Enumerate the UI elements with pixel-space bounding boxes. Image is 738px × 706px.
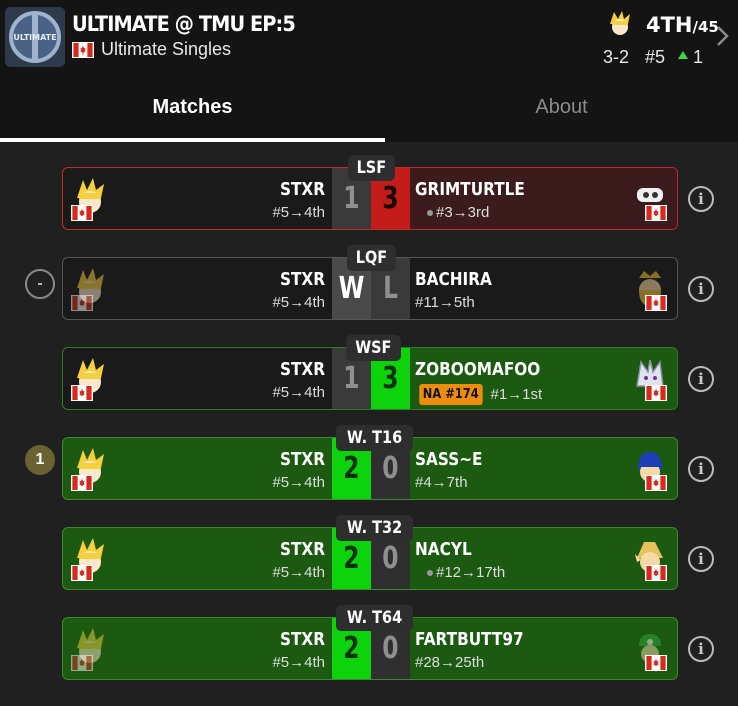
canada-flag-icon — [71, 565, 93, 581]
match-row: STXR #5→4th 1 3 ZOBOOMAFOO NA #174 #1→1st… — [0, 322, 738, 412]
player-seed-right: #11→5th — [415, 294, 475, 311]
canada-flag-icon — [72, 41, 94, 58]
match-row: STXR #5→4th 2 0 FARTBUTT97 #28→25th W. T… — [0, 592, 738, 682]
round-label: W. T32 — [336, 515, 413, 541]
canada-flag-icon — [71, 295, 93, 311]
player-seed-right: #12→17th — [427, 564, 505, 581]
round-label: W. T64 — [336, 605, 413, 631]
placement: 4TH/45 — [646, 13, 719, 37]
player-name-left[interactable]: STXR — [280, 359, 325, 380]
tab-about[interactable]: About — [385, 73, 738, 142]
dot-icon — [427, 569, 433, 576]
round-label: LSF — [348, 155, 395, 181]
up-arrow-icon — [678, 51, 688, 59]
player-name-left[interactable]: STXR — [280, 449, 325, 470]
dq-marker: - — [25, 269, 55, 299]
info-icon[interactable]: i — [688, 456, 714, 482]
canada-flag-icon — [645, 565, 667, 581]
match-row: STXR #5→4th 2 0 NACYL #12→17th W. T32 i — [0, 502, 738, 592]
player-seed-left: #5→4th — [272, 204, 325, 221]
canada-flag-icon — [645, 655, 667, 671]
event-subtitle: Ultimate Singles — [72, 39, 231, 60]
player-name-right[interactable]: SASS~E — [415, 449, 482, 470]
player-name-right[interactable]: GRIMTURTLE — [415, 179, 525, 200]
player-seed-left: #5→4th — [272, 294, 325, 311]
player-seed-right: #3→3rd — [427, 204, 489, 221]
player-name-left[interactable]: STXR — [280, 539, 325, 560]
chevron-right-icon[interactable] — [715, 24, 731, 48]
cloud-character-icon — [606, 10, 634, 36]
seed-delta: 1 — [693, 47, 704, 67]
round-label: LQF — [347, 245, 396, 271]
player-name-right[interactable]: NACYL — [415, 539, 472, 560]
canada-flag-icon — [645, 385, 667, 401]
canada-flag-icon — [71, 385, 93, 401]
match-row: STXR #5→4th 1 3 GRIMTURTLE #3→3rd LSF i — [0, 142, 738, 232]
tab-bar: Matches About — [0, 73, 738, 142]
player-name-right[interactable]: BACHIRA — [415, 269, 492, 290]
region-rank-badge: NA #174 — [419, 384, 483, 405]
player-name-left[interactable]: STXR — [280, 629, 325, 650]
info-icon[interactable]: i — [688, 366, 714, 392]
record: 3-2 — [603, 47, 630, 67]
event-logo[interactable]: ULTIMATE — [5, 7, 65, 67]
player-name-left[interactable]: STXR — [280, 179, 325, 200]
canada-flag-icon — [645, 205, 667, 221]
canada-flag-icon — [71, 655, 93, 671]
player-seed-right: #28→25th — [415, 654, 485, 671]
info-icon[interactable]: i — [688, 186, 714, 212]
placement-value: 4TH — [646, 13, 693, 37]
canada-flag-icon — [71, 205, 93, 221]
canada-flag-icon — [645, 475, 667, 491]
seed: #5 — [645, 47, 666, 67]
svg-text:ULTIMATE: ULTIMATE — [13, 33, 56, 42]
dot-icon — [427, 209, 433, 216]
event-title[interactable]: ULTIMATE @ TMU EP:5 — [72, 12, 296, 36]
header: ULTIMATE ULTIMATE @ TMU EP:5 Ultimate Si… — [0, 0, 738, 73]
player-seed-left: #5→4th — [272, 564, 325, 581]
player-seed-right: #4→7th — [415, 474, 468, 491]
canada-flag-icon — [71, 475, 93, 491]
canada-flag-icon — [645, 295, 667, 311]
player-name-left[interactable]: STXR — [280, 269, 325, 290]
player-seed-right: NA #174 #1→1st — [415, 384, 542, 405]
round-label: W. T16 — [336, 425, 413, 451]
round-number-marker: 1 — [25, 445, 55, 475]
match-row: 1 STXR #5→4th 2 0 SASS~E #4→7th W. T16 i — [0, 412, 738, 502]
player-seed-left: #5→4th — [272, 384, 325, 401]
player-seed-left: #5→4th — [272, 654, 325, 671]
tab-matches[interactable]: Matches — [0, 73, 385, 142]
info-icon[interactable]: i — [688, 636, 714, 662]
player-name-right[interactable]: ZOBOOMAFOO — [415, 359, 540, 380]
match-row: - STXR #5→4th W L BACHIRA #11→5th LQF i — [0, 232, 738, 322]
info-icon[interactable]: i — [688, 276, 714, 302]
player-name-right[interactable]: FARTBUTT97 — [415, 629, 524, 650]
event-subtitle-text: Ultimate Singles — [101, 39, 232, 59]
player-seed-left: #5→4th — [272, 474, 325, 491]
round-label: WSF — [346, 335, 401, 361]
info-icon[interactable]: i — [688, 546, 714, 572]
